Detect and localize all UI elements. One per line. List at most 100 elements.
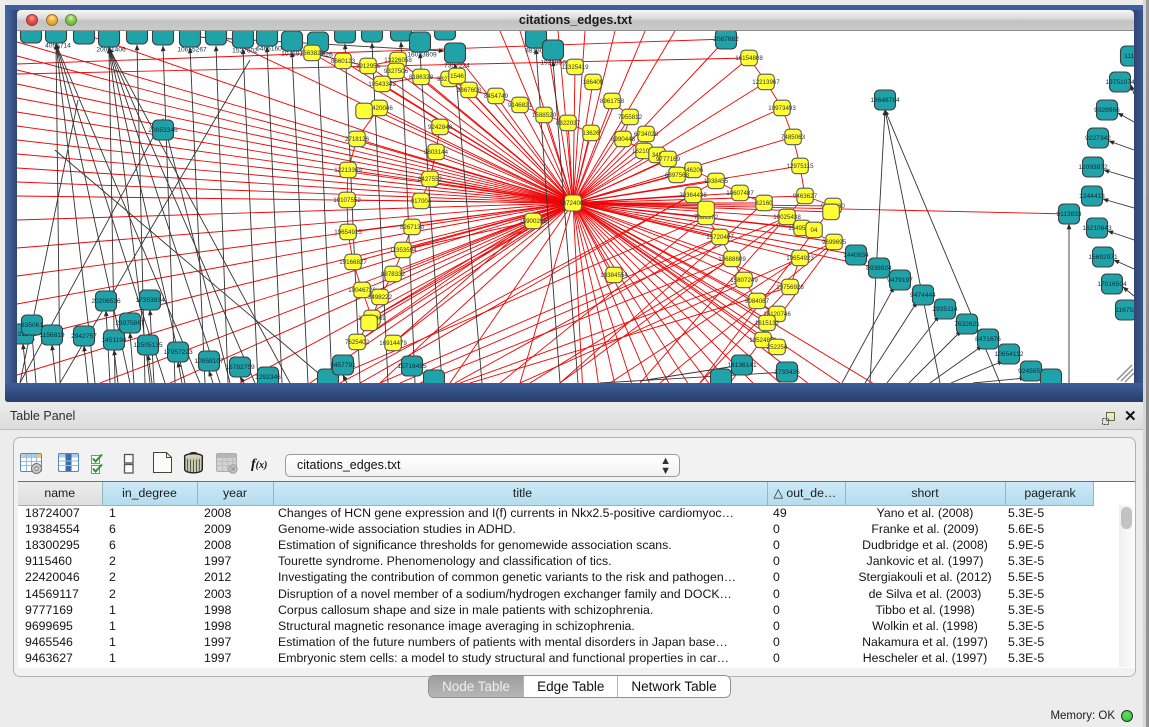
svg-text:20364436: 20364436 bbox=[679, 192, 707, 199]
svg-text:23975867: 23975867 bbox=[115, 320, 145, 327]
svg-text:14136141: 14136141 bbox=[727, 362, 757, 369]
svg-text:11325419: 11325419 bbox=[561, 64, 589, 71]
svg-text:1440934: 1440934 bbox=[843, 252, 869, 259]
svg-text:10655267: 10655267 bbox=[177, 47, 207, 54]
svg-text:2867608: 2867608 bbox=[457, 87, 482, 94]
svg-text:7625402: 7625402 bbox=[345, 339, 370, 346]
svg-text:9463627: 9463627 bbox=[793, 193, 818, 200]
svg-text:15716485: 15716485 bbox=[397, 363, 427, 370]
svg-text:9777169: 9777169 bbox=[656, 156, 681, 163]
svg-text:6466160: 6466160 bbox=[256, 46, 282, 53]
svg-text:16033809: 16033809 bbox=[407, 52, 437, 59]
svg-text:9479197: 9479197 bbox=[887, 277, 913, 284]
svg-text:3498222: 3498222 bbox=[368, 294, 393, 301]
svg-text:12975115: 12975115 bbox=[786, 163, 814, 170]
svg-text:18724007: 18724007 bbox=[559, 200, 587, 207]
svg-text:9146821: 9146821 bbox=[508, 102, 533, 109]
svg-text:9242848: 9242848 bbox=[428, 124, 453, 131]
svg-text:1546: 1546 bbox=[450, 73, 464, 80]
svg-text:20091406: 20091406 bbox=[96, 47, 126, 54]
svg-text:3912955: 3912955 bbox=[356, 63, 381, 70]
svg-text:f(x): f(x) bbox=[251, 457, 267, 472]
svg-text:8454749: 8454749 bbox=[484, 93, 509, 100]
svg-text:2803144: 2803144 bbox=[424, 149, 449, 156]
svg-text:19654923: 19654923 bbox=[786, 255, 814, 262]
svg-text:1588520: 1588520 bbox=[532, 112, 557, 119]
svg-text:1292346: 1292346 bbox=[255, 374, 281, 381]
svg-text:10654112: 10654112 bbox=[995, 351, 1024, 358]
svg-text:04: 04 bbox=[811, 227, 818, 234]
svg-text:8660123: 8660123 bbox=[331, 58, 356, 65]
svg-text:9474444: 9474444 bbox=[910, 292, 936, 299]
svg-text:19384554: 19384554 bbox=[600, 272, 628, 279]
svg-text:9699695: 9699695 bbox=[822, 239, 847, 246]
svg-text:835061: 835061 bbox=[21, 322, 43, 329]
svg-text:1938455: 1938455 bbox=[704, 178, 729, 185]
svg-text:17353934: 17353934 bbox=[135, 297, 165, 304]
svg-text:8990448: 8990448 bbox=[611, 136, 636, 143]
svg-text:15720407: 15720407 bbox=[706, 234, 734, 241]
svg-text:8471676: 8471676 bbox=[975, 336, 1001, 343]
svg-text:10958107: 10958107 bbox=[194, 358, 224, 365]
svg-text:16648784: 16648784 bbox=[870, 97, 900, 104]
svg-text:17957223: 17957223 bbox=[163, 349, 193, 356]
svg-text:12093872: 12093872 bbox=[1078, 164, 1108, 171]
svg-text:15692971: 15692971 bbox=[1088, 254, 1118, 261]
svg-text:186409: 186409 bbox=[583, 79, 604, 86]
svg-text:8267130: 8267130 bbox=[400, 224, 425, 231]
svg-text:19756928: 19756928 bbox=[776, 284, 804, 291]
svg-text:8878332: 8878332 bbox=[381, 271, 406, 278]
svg-text:8938924: 8938924 bbox=[866, 265, 892, 272]
svg-text:9113833: 9113833 bbox=[1056, 211, 1082, 218]
svg-text:1615132: 1615132 bbox=[755, 320, 780, 327]
svg-text:1156819: 1156819 bbox=[39, 332, 65, 339]
svg-text:7632621: 7632621 bbox=[954, 321, 980, 328]
svg-text:917004: 917004 bbox=[411, 198, 432, 205]
svg-text:8427552: 8427552 bbox=[418, 176, 443, 183]
svg-text:15807249: 15807249 bbox=[730, 277, 758, 284]
svg-text:12213967: 12213967 bbox=[752, 79, 780, 86]
svg-text:2935114: 2935114 bbox=[932, 306, 958, 313]
svg-text:10973493: 10973493 bbox=[768, 105, 796, 112]
svg-text:2942757: 2942757 bbox=[71, 333, 97, 340]
svg-text:6734028: 6734028 bbox=[634, 131, 659, 138]
svg-text:16154808: 16154808 bbox=[735, 55, 763, 62]
svg-text:62160: 62160 bbox=[755, 200, 773, 207]
svg-text:252254: 252254 bbox=[767, 344, 788, 351]
svg-text:10688609: 10688609 bbox=[718, 256, 746, 263]
svg-text:12213369: 12213369 bbox=[334, 167, 362, 174]
svg-text:13626: 13626 bbox=[582, 130, 600, 137]
svg-text:15900295: 15900295 bbox=[519, 218, 547, 225]
svg-text:7563822: 7563822 bbox=[300, 50, 325, 57]
svg-text:17016504: 17016504 bbox=[1097, 281, 1127, 288]
svg-text:7485063: 7485063 bbox=[781, 134, 806, 141]
svg-text:7955812: 7955812 bbox=[618, 114, 643, 121]
svg-text:1117: 1117 bbox=[1124, 53, 1134, 60]
svg-text:2087682: 2087682 bbox=[713, 36, 739, 43]
svg-text:9084067: 9084067 bbox=[745, 298, 770, 305]
svg-text:12505135: 12505135 bbox=[133, 342, 163, 349]
svg-text:9457791: 9457791 bbox=[330, 362, 356, 369]
svg-text:11353594: 11353594 bbox=[389, 247, 417, 254]
svg-text:10543342: 10543342 bbox=[368, 81, 396, 88]
svg-text:10107552: 10107552 bbox=[333, 197, 361, 204]
svg-text:9329966: 9329966 bbox=[1094, 107, 1120, 114]
svg-text:16210643: 16210643 bbox=[1082, 225, 1112, 232]
svg-text:20053346: 20053346 bbox=[148, 127, 178, 134]
svg-text:6897568: 6897568 bbox=[665, 172, 690, 179]
svg-text:1451194: 1451194 bbox=[101, 337, 127, 344]
svg-text:2718126: 2718126 bbox=[345, 136, 370, 143]
svg-text:16782759: 16782759 bbox=[225, 364, 255, 371]
svg-text:8186328: 8186328 bbox=[409, 74, 434, 81]
svg-text:19751074: 19751074 bbox=[1105, 79, 1134, 86]
svg-text:1733426: 1733426 bbox=[774, 369, 800, 376]
svg-text:9227342: 9227342 bbox=[1085, 135, 1111, 142]
svg-text:20206536: 20206536 bbox=[91, 298, 121, 305]
svg-text:8822037: 8822037 bbox=[556, 120, 581, 127]
svg-text:116753: 116753 bbox=[1115, 307, 1134, 314]
svg-text:10607487: 10607487 bbox=[726, 190, 754, 197]
svg-text:19166827: 19166827 bbox=[339, 259, 367, 266]
svg-text:16914479: 16914479 bbox=[379, 340, 407, 347]
svg-text:19654915: 19654915 bbox=[334, 229, 362, 236]
svg-text:8961758: 8961758 bbox=[600, 98, 625, 105]
